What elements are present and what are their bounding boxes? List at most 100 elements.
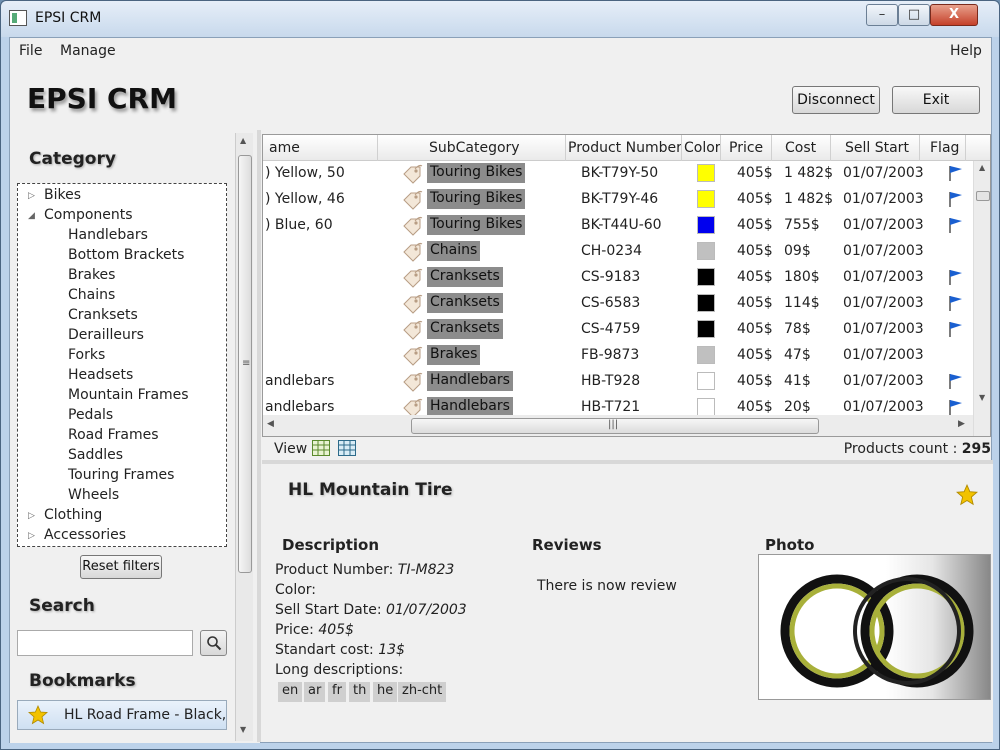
- column-header-cost[interactable]: Cost: [785, 140, 816, 156]
- table-row[interactable]: Cranksets CS-4759 405$ 78$ 01/07/2003: [263, 317, 973, 343]
- left-scrollbar[interactable]: ▲ ≡ ▼: [235, 133, 253, 741]
- table-view-icon[interactable]: [338, 440, 356, 456]
- tag-icon: [401, 294, 423, 318]
- category-tree[interactable]: Bikes ▷ Components ◢ Handlebars Bottom Bracke…: [17, 183, 227, 547]
- disconnect-button[interactable]: Disconnect: [792, 86, 880, 114]
- scroll-up-icon[interactable]: ▲: [240, 136, 246, 145]
- menu-manage[interactable]: Manage: [60, 43, 116, 59]
- tree-node[interactable]: Mountain Frames: [68, 387, 189, 403]
- scroll-down-icon[interactable]: ▼: [979, 393, 985, 402]
- tree-node[interactable]: Components: [44, 207, 133, 223]
- language-tag-zh-cht[interactable]: zh-cht: [398, 682, 447, 702]
- scroll-up-icon[interactable]: ▲: [979, 163, 985, 172]
- grip-icon: ≡: [242, 358, 251, 369]
- tree-node[interactable]: Headsets: [68, 367, 133, 383]
- tag-icon: [401, 320, 423, 344]
- flag-icon[interactable]: [947, 190, 965, 212]
- flag-icon[interactable]: [947, 372, 965, 394]
- scroll-down-icon[interactable]: ▼: [240, 725, 246, 734]
- title-bar[interactable]: EPSI CRM – □ X: [1, 1, 999, 37]
- products-grid[interactable]: ame SubCategory Product Number Color Pri…: [262, 134, 991, 437]
- cell-price: 405$: [737, 243, 773, 259]
- column-header-price[interactable]: Price: [729, 140, 763, 156]
- tree-node[interactable]: Bottom Brackets: [68, 247, 184, 263]
- table-row[interactable]: andlebars Handlebars HB-T928 405$ 41$ 01/07/2…: [263, 369, 973, 395]
- search-button[interactable]: [200, 630, 227, 656]
- scroll-thumb[interactable]: |||: [411, 418, 819, 434]
- table-row[interactable]: ) Yellow, 50 Touring Bikes BK-T79Y-50 405$ 1…: [263, 161, 973, 187]
- column-divider[interactable]: [565, 135, 566, 161]
- column-divider[interactable]: [919, 135, 920, 161]
- tree-node[interactable]: Wheels: [68, 487, 119, 503]
- table-row[interactable]: Cranksets CS-6583 405$ 114$ 01/07/2003: [263, 291, 973, 317]
- collapsed-arrow-icon[interactable]: ▷: [28, 531, 35, 541]
- tree-node[interactable]: Pedals: [68, 407, 113, 423]
- table-row[interactable]: ) Yellow, 46 Touring Bikes BK-T79Y-46 405$ 1…: [263, 187, 973, 213]
- column-header-sell-start[interactable]: Sell Start: [845, 140, 909, 156]
- column-header-color[interactable]: Color: [684, 140, 721, 156]
- expanded-arrow-icon[interactable]: ◢: [28, 211, 35, 221]
- menu-help[interactable]: Help: [950, 43, 982, 59]
- language-tag-he[interactable]: he: [373, 682, 398, 702]
- language-tag-ar[interactable]: ar: [304, 682, 326, 702]
- column-divider[interactable]: [771, 135, 772, 161]
- column-header-name[interactable]: ame: [269, 140, 300, 156]
- cell-subcategory: Touring Bikes: [427, 215, 526, 235]
- tree-node[interactable]: Brakes: [68, 267, 115, 283]
- column-header-flag[interactable]: Flag: [930, 140, 959, 156]
- grip-icon: |||: [608, 419, 619, 430]
- tree-node[interactable]: Cranksets: [68, 307, 138, 323]
- bookmark-item[interactable]: HL Road Frame - Black, 58: [17, 700, 227, 730]
- menu-file[interactable]: File: [19, 43, 42, 59]
- collapsed-arrow-icon[interactable]: ▷: [28, 511, 35, 521]
- color-swatch: [697, 320, 715, 338]
- flag-icon[interactable]: [947, 216, 965, 238]
- column-divider[interactable]: [720, 135, 721, 161]
- maximize-button[interactable]: □: [898, 4, 930, 26]
- tree-node[interactable]: Derailleurs: [68, 327, 144, 343]
- column-divider[interactable]: [377, 135, 378, 161]
- flag-icon[interactable]: [947, 164, 965, 186]
- scroll-left-icon[interactable]: ◀: [267, 419, 274, 429]
- flag-icon[interactable]: [947, 294, 965, 316]
- tree-node[interactable]: Accessories: [44, 527, 126, 543]
- table-row[interactable]: Cranksets CS-9183 405$ 180$ 01/07/2003: [263, 265, 973, 291]
- scroll-thumb[interactable]: [976, 191, 990, 201]
- tree-node[interactable]: Bikes: [44, 187, 81, 203]
- flag-icon[interactable]: [947, 320, 965, 342]
- language-tag-fr[interactable]: fr: [328, 682, 346, 702]
- color-line: Color:: [275, 582, 316, 598]
- close-button[interactable]: X: [930, 4, 978, 26]
- grid-horizontal-scrollbar[interactable]: ◀ ||| ▶: [263, 415, 973, 436]
- search-input[interactable]: [17, 630, 193, 656]
- tree-node[interactable]: Saddles: [68, 447, 123, 463]
- table-row[interactable]: Chains CH-0234 405$ 09$ 01/07/2003: [263, 239, 973, 265]
- column-header-product-number[interactable]: Product Number: [568, 140, 682, 156]
- exit-button[interactable]: Exit: [892, 86, 980, 114]
- table-row[interactable]: Brakes FB-9873 405$ 47$ 01/07/2003: [263, 343, 973, 369]
- scroll-right-icon[interactable]: ▶: [958, 419, 965, 429]
- cell-cost: 41$: [784, 373, 811, 389]
- favorite-star-icon[interactable]: [956, 484, 978, 506]
- table-row[interactable]: ) Blue, 60 Touring Bikes BK-T44U-60 405$ 755…: [263, 213, 973, 239]
- tree-node[interactable]: Clothing: [44, 507, 102, 523]
- column-divider[interactable]: [965, 135, 966, 161]
- tree-node[interactable]: Touring Frames: [68, 467, 174, 483]
- scroll-thumb[interactable]: ≡: [238, 155, 252, 573]
- column-divider[interactable]: [830, 135, 831, 161]
- grid-vertical-scrollbar[interactable]: ▲ ▼: [973, 161, 990, 436]
- vertical-splitter[interactable]: [257, 130, 261, 742]
- minimize-button[interactable]: –: [866, 4, 898, 26]
- tree-node[interactable]: Road Frames: [68, 427, 159, 443]
- column-header-subcategory[interactable]: SubCategory: [429, 140, 520, 156]
- language-tag-en[interactable]: en: [278, 682, 303, 702]
- reset-filters-button[interactable]: Reset filters: [80, 555, 162, 579]
- grid-view-icon[interactable]: [312, 440, 330, 456]
- tree-node[interactable]: Chains: [68, 287, 115, 303]
- tree-node[interactable]: Handlebars: [68, 227, 148, 243]
- tree-node[interactable]: Forks: [68, 347, 105, 363]
- column-divider[interactable]: [681, 135, 682, 161]
- flag-icon[interactable]: [947, 268, 965, 290]
- collapsed-arrow-icon[interactable]: ▷: [28, 191, 35, 201]
- language-tag-th[interactable]: th: [349, 682, 371, 702]
